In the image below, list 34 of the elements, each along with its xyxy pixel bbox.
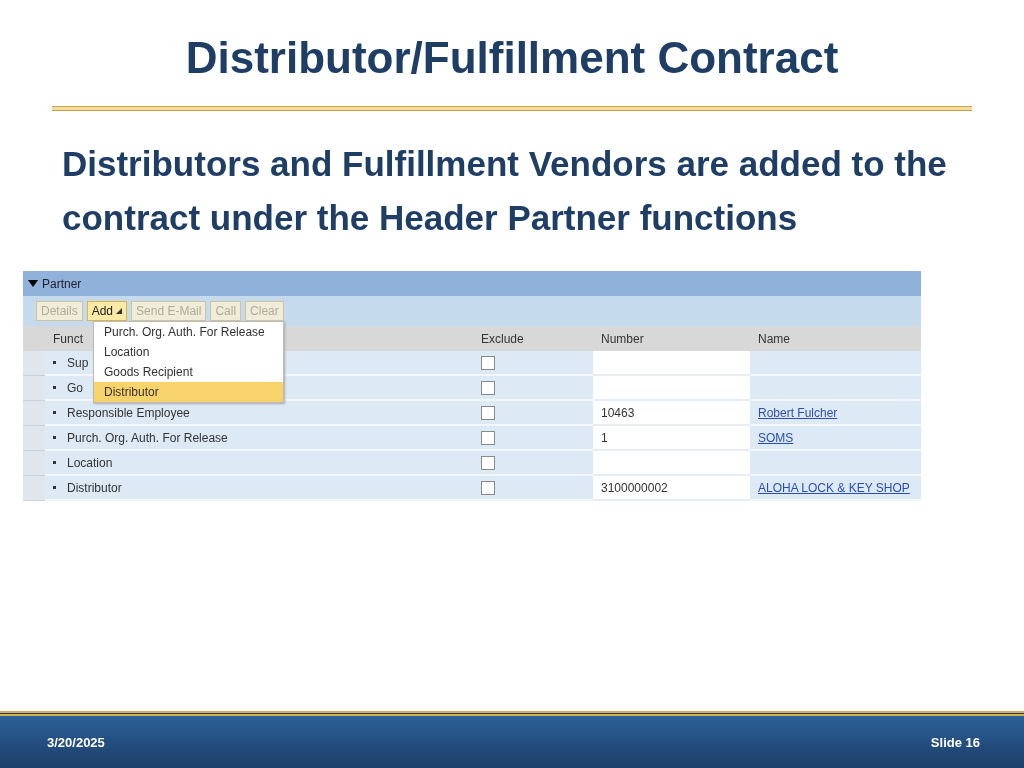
bullet-icon xyxy=(53,386,56,389)
column-header: Exclude xyxy=(473,326,593,351)
bullet-icon xyxy=(53,361,56,364)
footer-date: 3/20/2025 xyxy=(47,734,105,750)
function-text: Location xyxy=(67,455,113,470)
slide-number: Slide 16 xyxy=(930,734,980,750)
exclude-checkbox[interactable] xyxy=(481,480,495,495)
exclude-checkbox[interactable] xyxy=(481,455,495,470)
exclude-checkbox[interactable] xyxy=(481,405,495,420)
function-text: Responsible Employee xyxy=(67,405,190,420)
exclude-checkbox[interactable] xyxy=(481,355,495,370)
panel-title: Partner xyxy=(42,276,82,291)
exclude-checkbox[interactable] xyxy=(481,380,495,395)
name-link[interactable]: ALOHA LOCK & KEY SHOP xyxy=(758,480,910,495)
column-header: Name xyxy=(750,326,921,351)
bullet-icon xyxy=(53,436,56,439)
bullet-icon xyxy=(53,461,56,464)
function-text: Purch. Org. Auth. For Release xyxy=(67,430,228,445)
function-text: Distributor xyxy=(67,480,122,495)
function-text: Go xyxy=(67,380,83,395)
menu-item[interactable]: Distributor xyxy=(94,382,283,402)
menu-item[interactable]: Goods Recipient xyxy=(94,362,283,382)
toolbar-button[interactable]: Add xyxy=(86,301,128,321)
name-link[interactable]: Robert Fulcher xyxy=(758,405,838,420)
column-header: Number xyxy=(593,326,750,351)
body-text: Distributors and Fulfillment Vendors are added to the contract under the Header Partner functions xyxy=(62,143,947,239)
bullet-icon xyxy=(53,411,56,414)
exclude-checkbox[interactable] xyxy=(481,430,495,445)
collapse-toggle-icon[interactable] xyxy=(28,279,38,288)
slide-title: Distributor/Fulfillment Contract xyxy=(185,32,839,83)
name-link[interactable]: SOMS xyxy=(758,430,794,445)
function-text: Sup xyxy=(67,355,89,370)
header-cell xyxy=(23,326,45,351)
bullet-icon xyxy=(53,486,56,489)
